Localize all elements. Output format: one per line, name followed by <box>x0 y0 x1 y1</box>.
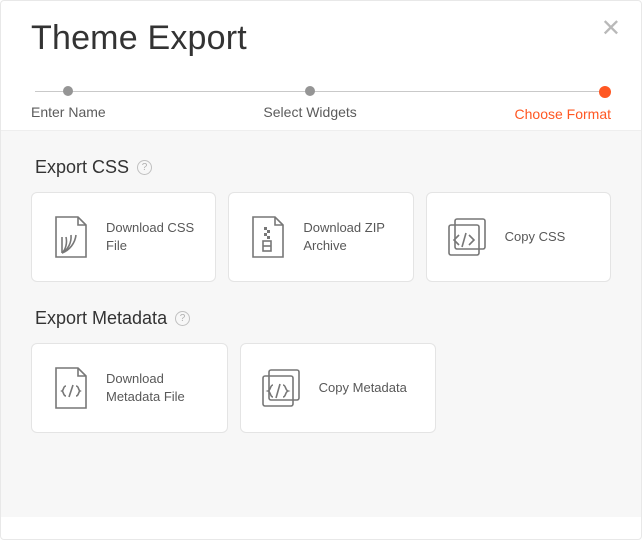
copy-metadata-button[interactable]: Copy Metadata <box>240 343 437 433</box>
download-zip-archive-button[interactable]: Download ZIP Archive <box>228 192 413 282</box>
step-label: Enter Name <box>31 104 106 120</box>
close-icon: ✕ <box>601 15 621 42</box>
help-icon[interactable]: ? <box>175 311 190 326</box>
copy-css-button[interactable]: Copy CSS <box>426 192 611 282</box>
step-dot-icon <box>305 86 315 96</box>
download-css-file-button[interactable]: Download CSS File <box>31 192 216 282</box>
download-metadata-file-button[interactable]: Download Metadata File <box>31 343 228 433</box>
spacer <box>448 343 611 433</box>
wizard-stepper: Enter Name Select Widgets Choose Format <box>1 68 641 130</box>
section-title-text: Export CSS <box>35 157 129 178</box>
close-button[interactable]: ✕ <box>601 17 621 41</box>
file-zip-icon <box>245 213 289 261</box>
card-label: Download CSS File <box>106 219 199 254</box>
step-label: Select Widgets <box>263 104 356 120</box>
modal-header: Theme Export <box>1 1 641 68</box>
section-title-metadata: Export Metadata ? <box>35 308 611 329</box>
modal-title: Theme Export <box>31 19 611 58</box>
css-cards-row: Download CSS File Download ZIP Archive <box>31 192 611 282</box>
step-dot-icon <box>63 86 73 96</box>
help-icon[interactable]: ? <box>137 160 152 175</box>
copy-metadata-icon <box>257 366 305 410</box>
modal-content: Export CSS ? Download CSS File <box>1 130 641 517</box>
copy-code-icon <box>443 215 491 259</box>
card-label: Download Metadata File <box>106 370 211 405</box>
card-label: Copy CSS <box>505 228 566 246</box>
theme-export-modal: ✕ Theme Export Enter Name Select Widgets… <box>0 0 642 540</box>
card-label: Copy Metadata <box>319 379 407 397</box>
section-title-css: Export CSS ? <box>35 157 611 178</box>
section-title-text: Export Metadata <box>35 308 167 329</box>
step-choose-format[interactable]: Choose Format <box>515 86 611 122</box>
step-select-widgets[interactable]: Select Widgets <box>263 86 356 120</box>
file-css-icon <box>48 213 92 261</box>
metadata-cards-row: Download Metadata File Copy Metadata <box>31 343 611 433</box>
step-label: Choose Format <box>515 106 611 122</box>
step-enter-name[interactable]: Enter Name <box>31 86 106 120</box>
step-dot-icon <box>599 86 611 98</box>
file-metadata-icon <box>48 364 92 412</box>
card-label: Download ZIP Archive <box>303 219 396 254</box>
